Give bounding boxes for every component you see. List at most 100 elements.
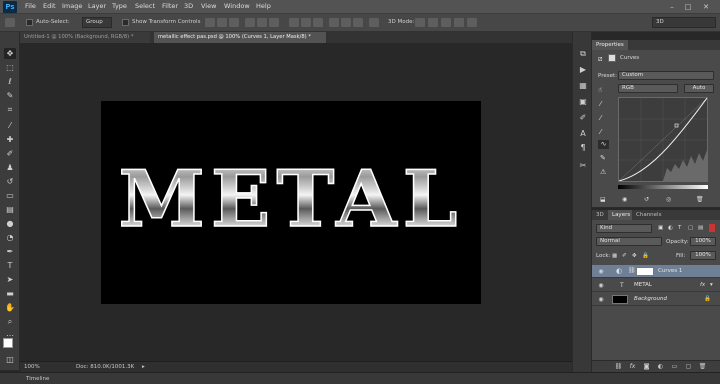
filter-shape-icon[interactable]: ▢ (688, 225, 693, 231)
menu-filter[interactable]: Filter (162, 2, 178, 10)
rectangle-tool-icon[interactable]: ▬ (4, 288, 16, 299)
lock-image-icon[interactable]: ✐ (622, 253, 627, 259)
tab-metallic-effect[interactable]: metallic effect pas.psd @ 100% (Curves 1… (154, 32, 326, 43)
visibility-eye-icon[interactable]: ◉ (597, 282, 605, 289)
layer-row-curves[interactable]: ◉ ◐ ⛓ Curves 1 (592, 265, 720, 278)
chain-link-icon[interactable]: ⛓ (628, 267, 636, 274)
blend-mode-dropdown[interactable]: Normal (596, 237, 662, 246)
layer-comps-icon[interactable]: ▣ (577, 96, 589, 107)
layer-name[interactable]: Curves 1 (658, 268, 682, 274)
quick-select-tool-icon[interactable]: ✎ (4, 90, 16, 101)
menu-3d[interactable]: 3D (184, 2, 193, 10)
eyedropper-tool-icon[interactable]: ⁄ (4, 120, 16, 131)
clip-to-layer-icon[interactable]: ⬓ (600, 196, 606, 203)
character-panel-icon[interactable]: A (577, 128, 589, 139)
distribute-vcenter-icon[interactable] (301, 18, 311, 27)
minimize-icon[interactable]: – (666, 2, 678, 12)
hand-target-icon[interactable]: ☝ (598, 86, 602, 94)
curves-graph[interactable] (618, 97, 708, 182)
doc-size-info[interactable]: Doc: 810.0K/1001.3K (76, 364, 134, 370)
quick-mask-icon[interactable]: ◫ (4, 354, 16, 365)
swatches-panel-icon[interactable]: ▦ (577, 80, 589, 91)
auto-align-icon[interactable] (369, 18, 379, 27)
distribute-bottom-icon[interactable] (313, 18, 323, 27)
marquee-tool-icon[interactable]: ⬚ (4, 62, 16, 73)
history-panel-icon[interactable]: ⧉ (577, 48, 589, 59)
move-tool-icon[interactable]: ✥ (4, 48, 16, 59)
layer-name[interactable]: METAL (634, 282, 652, 288)
filter-smart-icon[interactable]: ▤ (698, 225, 703, 231)
channel-dropdown[interactable]: RGB (618, 84, 678, 93)
brush-tool-icon[interactable]: ✐ (4, 148, 16, 159)
link-layers-icon[interactable]: ⛓ (614, 363, 623, 371)
blur-tool-icon[interactable]: ● (4, 218, 16, 229)
align-bottom-icon[interactable] (229, 18, 239, 27)
foreground-color-swatch[interactable] (3, 338, 13, 348)
3d-pan-icon[interactable] (441, 18, 451, 27)
eyedropper-gray-icon[interactable]: ⁄ (600, 114, 601, 122)
workspace-selector[interactable]: 3D (652, 17, 716, 28)
history-brush-tool-icon[interactable]: ↺ (4, 176, 16, 187)
filter-type-icon[interactable]: T (678, 225, 681, 231)
timeline-label[interactable]: Timeline (26, 376, 49, 382)
close-icon[interactable]: ✕ (700, 2, 712, 12)
3d-roll-icon[interactable] (428, 18, 438, 27)
filter-toggle-icon[interactable] (709, 224, 715, 232)
menu-file[interactable]: File (25, 2, 36, 10)
menu-window[interactable]: Window (224, 2, 250, 10)
effects-expand-icon[interactable]: ▾ (710, 282, 713, 288)
menu-type[interactable]: Type (112, 2, 127, 10)
3d-scale-icon[interactable] (467, 18, 477, 27)
3d-rotate-icon[interactable] (415, 18, 425, 27)
view-previous-icon[interactable]: ◉ (622, 196, 627, 203)
healing-brush-tool-icon[interactable]: ✚ (4, 134, 16, 145)
pen-tool-icon[interactable]: ✒ (4, 246, 16, 257)
align-top-icon[interactable] (205, 18, 215, 27)
tab-layers[interactable]: Layers (608, 210, 635, 220)
layer-effects-icon[interactable]: fx (700, 282, 705, 288)
opacity-field[interactable]: 100% (690, 237, 716, 246)
maximize-icon[interactable]: □ (682, 2, 694, 12)
tab-properties[interactable]: Properties (592, 40, 628, 50)
new-adjustment-icon[interactable]: ◐ (656, 363, 665, 371)
filter-adjustment-icon[interactable]: ◐ (668, 225, 673, 231)
menu-select[interactable]: Select (135, 2, 155, 10)
tab-3d[interactable]: 3D (592, 210, 608, 220)
preset-dropdown[interactable]: Custom (618, 71, 714, 80)
paragraph-panel-icon[interactable]: ¶ (577, 142, 589, 153)
eyedropper-white-icon[interactable]: ⁄ (600, 128, 601, 136)
distribute-hcenter-icon[interactable] (341, 18, 351, 27)
auto-button[interactable]: Auto (684, 84, 714, 93)
menu-image[interactable]: Image (62, 2, 82, 10)
crop-tool-icon[interactable]: ⌗ (4, 104, 16, 115)
path-selection-tool-icon[interactable]: ➤ (4, 274, 16, 285)
lasso-tool-icon[interactable]: ℓ (4, 76, 16, 87)
tool-presets-icon[interactable]: ✂ (577, 160, 589, 171)
actions-panel-icon[interactable]: ▶ (577, 64, 589, 75)
visibility-eye-icon[interactable]: ◉ (597, 296, 605, 303)
visibility-eye-icon[interactable]: ◉ (597, 268, 605, 275)
show-transform-checkbox[interactable] (122, 19, 129, 26)
auto-select-dropdown[interactable]: Group (82, 17, 112, 28)
lock-position-icon[interactable]: ✥ (632, 253, 637, 259)
hand-tool-icon[interactable]: ✋ (4, 302, 16, 313)
3d-slide-icon[interactable] (454, 18, 464, 27)
clone-stamp-tool-icon[interactable]: ♟ (4, 162, 16, 173)
move-tool-preset-icon[interactable] (5, 18, 15, 27)
menu-layer[interactable]: Layer (88, 2, 106, 10)
dodge-tool-icon[interactable]: ◔ (4, 232, 16, 243)
smooth-curve-icon[interactable]: ⚠ (600, 168, 606, 176)
filter-pixel-icon[interactable]: ▣ (658, 225, 663, 231)
align-right-icon[interactable] (269, 18, 279, 27)
lock-transparent-icon[interactable]: ▦ (612, 253, 617, 259)
layer-thumbnail[interactable] (612, 295, 628, 304)
reset-icon[interactable]: ↺ (644, 196, 649, 203)
visibility-icon[interactable]: ◎ (666, 196, 671, 203)
distribute-top-icon[interactable] (289, 18, 299, 27)
auto-select-checkbox[interactable] (26, 19, 33, 26)
lock-all-icon[interactable]: 🔒 (642, 253, 649, 259)
layer-row-background[interactable]: ◉ Background 🔒 (592, 293, 720, 306)
delete-layer-icon[interactable]: 🗑 (698, 363, 707, 371)
delete-adjustment-icon[interactable]: 🗑 (696, 196, 704, 203)
add-mask-icon[interactable]: ◙ (642, 363, 651, 371)
